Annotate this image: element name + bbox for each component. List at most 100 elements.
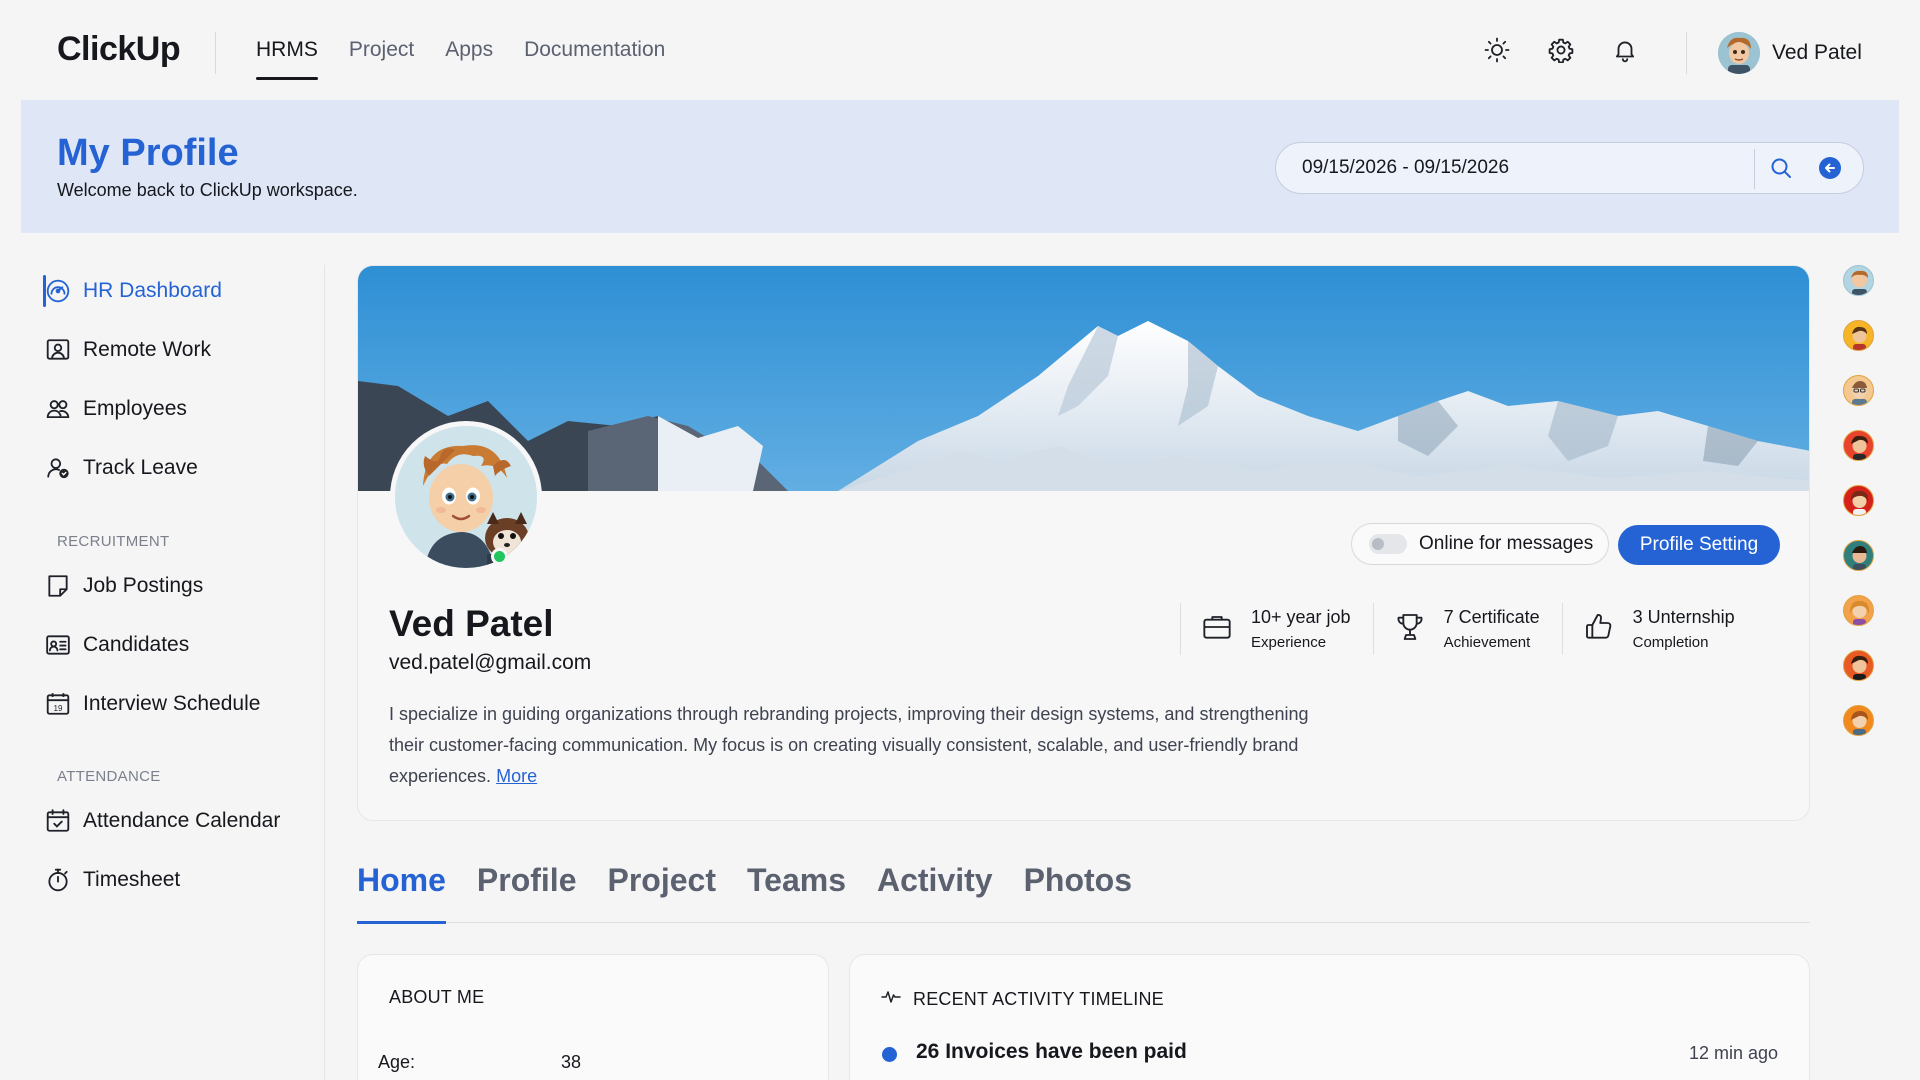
sidebar-item-interview-schedule[interactable]: 19 Interview Schedule [45, 691, 260, 717]
toggle-knob [1372, 538, 1384, 550]
profile-setting-button[interactable]: Profile Setting [1618, 525, 1780, 565]
trophy-icon [1394, 611, 1426, 648]
stat-label: Experience [1251, 634, 1327, 651]
team-avatar[interactable] [1843, 705, 1874, 736]
online-toggle[interactable]: Online for messages [1351, 523, 1609, 565]
stat-certificate: 7 Certificate Achievement [1372, 603, 1562, 655]
calendar-check-icon [45, 808, 71, 834]
page-title: My Profile [57, 132, 239, 174]
app-logo[interactable]: ClickUp [57, 30, 181, 69]
toggle-switch[interactable] [1369, 534, 1407, 554]
date-divider [1754, 149, 1755, 189]
sidebar-item-label: Candidates [83, 633, 190, 656]
recent-activity-card: RECENT ACTIVITY TIMELINE 26 Invoices hav… [849, 954, 1810, 1080]
sidebar-item-employees[interactable]: Employees [45, 396, 187, 422]
nav-hrms[interactable]: HRMS [256, 38, 318, 80]
logo-divider [215, 32, 216, 74]
stat-label: Achievement [1443, 634, 1531, 651]
about-me-title: ABOUT ME [389, 987, 485, 1007]
online-status-dot [491, 548, 508, 565]
stat-internship: 3 Unternship Completion [1561, 603, 1757, 655]
bio-more-link[interactable]: More [496, 766, 537, 786]
team-avatar[interactable] [1843, 540, 1874, 571]
sidebar-item-track-leave[interactable]: Track Leave [45, 455, 198, 481]
date-range-value[interactable]: 09/15/2026 - 09/15/2026 [1302, 157, 1509, 179]
sidebar-item-candidates[interactable]: Candidates [45, 632, 189, 658]
nav-documentation[interactable]: Documentation [524, 38, 665, 80]
top-nav: HRMS Project Apps Documentation [256, 38, 665, 80]
profile-card: Online for messages Profile Setting Ved … [357, 265, 1810, 821]
activity-header: RECENT ACTIVITY TIMELINE [881, 987, 1164, 1012]
dashboard-icon [45, 278, 71, 304]
id-card-icon [45, 632, 71, 658]
sidebar-item-attendance-calendar[interactable]: Attendance Calendar [45, 808, 280, 834]
sidebar [0, 265, 325, 1080]
calendar-day-icon: 19 [45, 691, 71, 717]
briefcase-icon [1201, 611, 1233, 648]
team-avatar[interactable] [1843, 320, 1874, 351]
sidebar-item-label: Timesheet [83, 868, 181, 891]
profile-email: ved.patel@gmail.com [389, 651, 592, 674]
gear-icon[interactable] [1547, 36, 1575, 64]
nav-apps[interactable]: Apps [445, 38, 493, 80]
profile-name: Ved Patel [389, 603, 554, 644]
page-header: My Profile Welcome back to ClickUp works… [21, 100, 1899, 233]
stat-value: 10+ year job [1251, 607, 1351, 627]
team-avatar[interactable] [1843, 595, 1874, 626]
online-toggle-label: Online for messages [1419, 533, 1594, 554]
age-value: 38 [561, 1052, 582, 1072]
tab-project[interactable]: Project [607, 862, 715, 923]
stat-label: Completion [1632, 634, 1709, 651]
stat-value: 3 Unternship [1632, 607, 1735, 627]
bell-icon[interactable] [1611, 36, 1639, 64]
tab-profile[interactable]: Profile [477, 862, 577, 923]
document-icon [45, 573, 71, 599]
activity-pulse-icon [881, 987, 901, 1012]
arrow-left-icon[interactable] [1819, 157, 1841, 179]
sidebar-section-attendance: ATTENDANCE [57, 768, 161, 785]
profile-avatar[interactable] [390, 421, 542, 573]
sidebar-item-label: Job Postings [83, 574, 204, 597]
team-avatar[interactable] [1843, 485, 1874, 516]
user-avatar [1718, 32, 1760, 74]
sidebar-item-timesheet[interactable]: Timesheet [45, 867, 180, 893]
users-icon [45, 396, 71, 422]
sidebar-item-hr-dashboard[interactable]: HR Dashboard [45, 278, 222, 304]
stat-value: 7 Certificate [1443, 607, 1540, 627]
svg-text:19: 19 [53, 704, 63, 713]
sidebar-section-recruitment: RECRUITMENT [57, 533, 170, 550]
user-divider [1686, 32, 1687, 74]
sun-icon[interactable] [1483, 36, 1511, 64]
activity-title: RECENT ACTIVITY TIMELINE [913, 989, 1164, 1009]
sidebar-item-label: HR Dashboard [83, 279, 222, 302]
page-subtitle: Welcome back to ClickUp workspace. [57, 180, 358, 200]
tab-home[interactable]: Home [357, 862, 446, 924]
search-icon[interactable] [1769, 156, 1793, 185]
profile-stats: 10+ year job Experience 7 Certificate Ac… [1180, 603, 1757, 655]
stat-experience: 10+ year job Experience [1180, 603, 1373, 655]
sidebar-item-job-postings[interactable]: Job Postings [45, 573, 203, 599]
thumbs-up-icon [1583, 611, 1615, 648]
user-menu[interactable]: Ved Patel [1718, 32, 1862, 74]
team-avatar[interactable] [1843, 650, 1874, 681]
sidebar-item-label: Track Leave [83, 456, 198, 479]
tab-teams[interactable]: Teams [747, 862, 846, 923]
sidebar-item-remote-work[interactable]: Remote Work [45, 337, 211, 363]
sidebar-item-label: Interview Schedule [83, 692, 261, 715]
tab-activity[interactable]: Activity [877, 862, 993, 923]
team-avatar[interactable] [1843, 375, 1874, 406]
team-avatar[interactable] [1843, 430, 1874, 461]
sidebar-item-label: Employees [83, 397, 187, 420]
tab-photos[interactable]: Photos [1024, 862, 1132, 923]
sidebar-item-label: Remote Work [83, 338, 211, 361]
cover-image [358, 266, 1809, 491]
date-range-picker[interactable]: 09/15/2026 - 09/15/2026 [1275, 142, 1864, 194]
activity-item-time: 12 min ago [1688, 1043, 1778, 1063]
profile-bio: I specialize in guiding organizations th… [389, 699, 1309, 792]
timeline-dot [882, 1047, 897, 1062]
about-me-card: ABOUT ME Age: 38 [357, 954, 829, 1080]
team-avatar[interactable] [1843, 265, 1874, 296]
profile-tabs: Home Profile Project Teams Activity Phot… [357, 862, 1810, 924]
top-bar: ClickUp HRMS Project Apps Documentation … [0, 0, 1920, 100]
nav-project[interactable]: Project [349, 38, 414, 80]
